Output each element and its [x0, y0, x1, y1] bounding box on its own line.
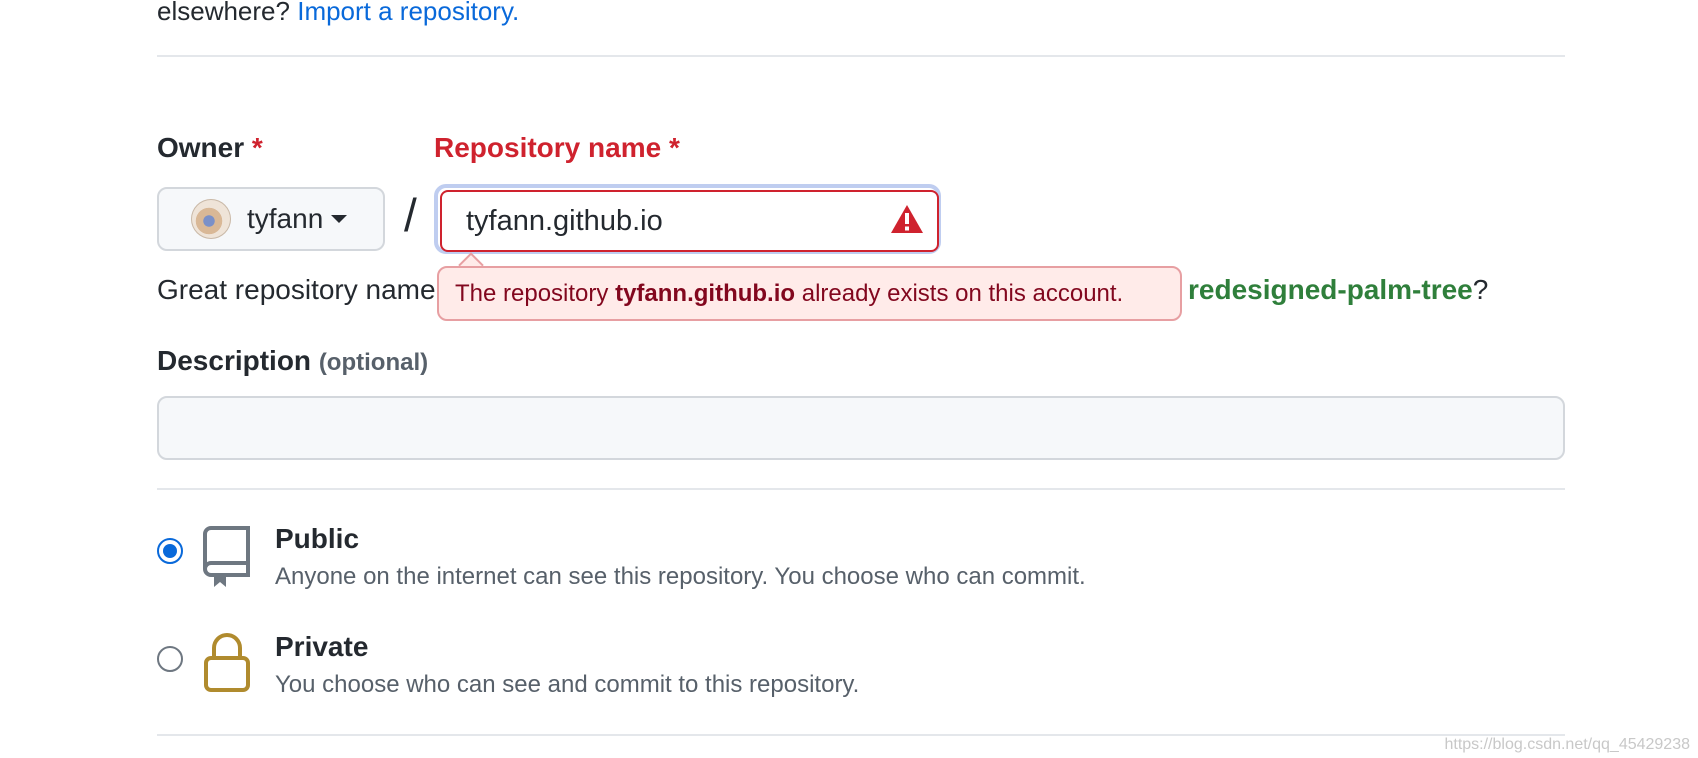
description-label-text: Description — [157, 345, 312, 376]
error-repo-name: tyfann.github.io — [615, 279, 796, 307]
suggestion: redesigned-palm-tree? — [1188, 274, 1488, 306]
repository-name-input[interactable] — [440, 190, 939, 252]
repo-icon — [203, 526, 250, 587]
watermark: https://blog.csdn.net/qq_45429238 — [1444, 736, 1690, 753]
divider-bottom — [157, 734, 1565, 736]
owner-label-text: Owner — [157, 132, 245, 163]
caret-down-icon — [331, 215, 348, 223]
private-description: You choose who can see and commit to thi… — [275, 671, 860, 698]
private-title: Private — [275, 631, 369, 662]
repository-name-label: Repository name * — [434, 132, 680, 164]
avatar — [191, 199, 231, 239]
import-prompt: elsewhere? Import a repository. — [157, 0, 519, 27]
owner-label: Owner * — [157, 132, 263, 164]
error-tooltip: The repository tyfann.github.io already … — [437, 266, 1182, 321]
import-prompt-text: elsewhere? — [157, 0, 290, 26]
divider-top — [157, 55, 1565, 57]
owner-dropdown[interactable]: tyfann — [157, 187, 385, 251]
public-title: Public — [275, 523, 360, 554]
owner-required-mark: * — [251, 132, 263, 163]
description-label: Description (optional) — [157, 345, 428, 377]
error-prefix: The repository — [455, 279, 609, 307]
public-radio[interactable] — [157, 538, 183, 564]
alert-icon — [891, 205, 923, 233]
suggested-name[interactable]: redesigned-palm-tree — [1188, 274, 1473, 305]
suggestion-suffix: ? — [1472, 274, 1489, 305]
public-description: Anyone on the internet can see this repo… — [275, 563, 1086, 590]
error-suffix: already exists on this account. — [801, 279, 1124, 307]
optional-hint: (optional) — [318, 349, 429, 376]
suggestion-prefix: Great repository name — [157, 274, 436, 305]
repository-required-mark: * — [668, 132, 680, 163]
import-repository-link[interactable]: Import a repository. — [297, 0, 519, 26]
lock-icon — [204, 633, 250, 692]
description-input[interactable] — [157, 396, 1565, 460]
divider-middle — [157, 488, 1565, 490]
private-radio[interactable] — [157, 646, 183, 672]
owner-name: tyfann — [247, 203, 324, 234]
repository-name-label-text: Repository name — [434, 132, 662, 163]
repository-name-field[interactable] — [434, 184, 941, 254]
owner-repo-separator: / — [404, 189, 417, 241]
